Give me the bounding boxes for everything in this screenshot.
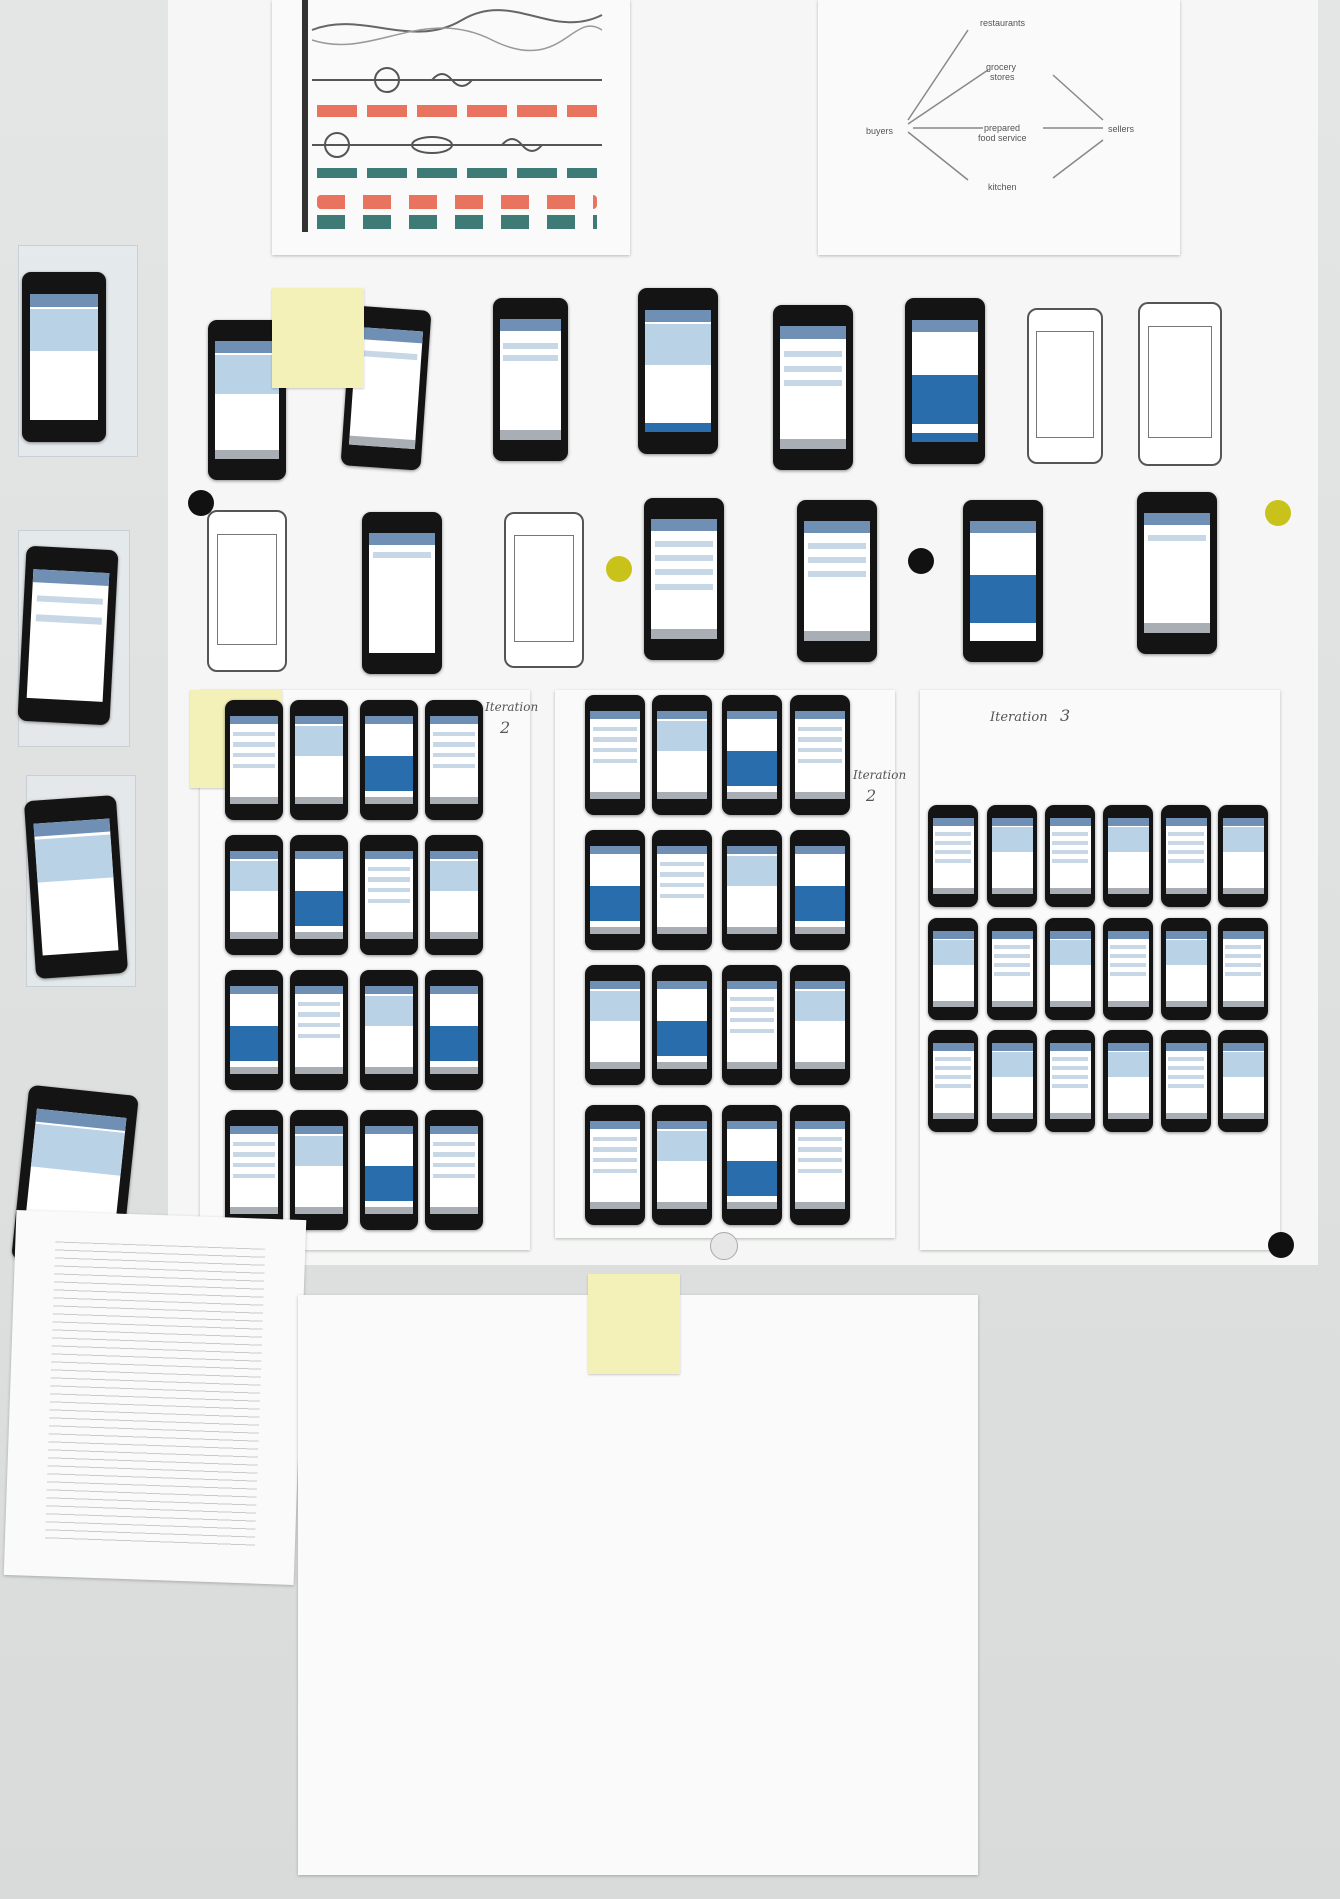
- magnet: [1268, 1232, 1294, 1258]
- prototype-phone: [1161, 1030, 1211, 1132]
- prototype-phone: [290, 1110, 348, 1230]
- prototype-phone: [1218, 805, 1268, 907]
- prototype-phone: [1218, 918, 1268, 1020]
- prototype-phone: [1161, 805, 1211, 907]
- prototype-phone: [1045, 805, 1095, 907]
- prototype-phone: [17, 545, 119, 726]
- prototype-phone: [225, 835, 283, 955]
- prototype-phone: [652, 965, 712, 1085]
- prototype-phone: [1045, 1030, 1095, 1132]
- prototype-phone: [425, 1110, 483, 1230]
- diagram-label-buyers: buyers: [866, 126, 894, 136]
- prototype-phone: [360, 1110, 418, 1230]
- prototype-phone: [652, 1105, 712, 1225]
- diagram-label-kitchen: kitchen: [988, 182, 1017, 192]
- prototype-phone: [1103, 805, 1153, 907]
- sketch-phone: [504, 512, 584, 668]
- prototype-phone: [1161, 918, 1211, 1020]
- prototype-phone: [1218, 1030, 1268, 1132]
- red-bar-row: [317, 105, 597, 117]
- sticky-note: [272, 288, 364, 388]
- prototype-phone: [290, 970, 348, 1090]
- magnet: [1265, 500, 1291, 526]
- sticky-note: [588, 1274, 680, 1374]
- iteration-label: Iteration: [990, 710, 1048, 725]
- prototype-phone: [225, 700, 283, 820]
- teal-bar-row: [317, 168, 597, 178]
- prototype-phone: [425, 970, 483, 1090]
- prototype-phone: [928, 918, 978, 1020]
- prototype-phone: [225, 970, 283, 1090]
- prototype-phone: [225, 1110, 283, 1230]
- diagram-label-prepared: prepared: [984, 123, 1021, 133]
- sketch-phone: [1138, 302, 1222, 466]
- diagram-label-sellers: sellers: [1108, 124, 1135, 134]
- prototype-phone: [362, 512, 442, 674]
- iteration-label: Iteration: [853, 768, 907, 782]
- prototype-phone: [644, 498, 724, 660]
- magnet: [908, 548, 934, 574]
- prototype-phone: [722, 965, 782, 1085]
- prototype-phone: [493, 298, 568, 461]
- diagram-label-stores: stores: [990, 72, 1015, 82]
- prototype-phone: [797, 500, 877, 662]
- final-sheet: [298, 1295, 978, 1875]
- prototype-phone: [425, 835, 483, 955]
- prototype-phone: [722, 1105, 782, 1225]
- prototype-phone: [638, 288, 718, 454]
- prototype-phone: [1045, 918, 1095, 1020]
- prototype-phone: [790, 965, 850, 1085]
- prototype-phone: [22, 272, 106, 442]
- timeline-printout: [272, 0, 630, 255]
- prototype-phone: [652, 695, 712, 815]
- notes-sheet: [3, 1210, 307, 1585]
- red-bubble-row: [317, 195, 597, 209]
- prototype-phone: [790, 695, 850, 815]
- prototype-phone: [360, 835, 418, 955]
- prototype-phone: [585, 695, 645, 815]
- prototype-phone: [360, 700, 418, 820]
- prototype-phone: [1103, 918, 1153, 1020]
- prototype-phone: [290, 835, 348, 955]
- prototype-phone: [987, 918, 1037, 1020]
- iteration-number: 2: [866, 786, 877, 805]
- sketch-phone: [1027, 308, 1103, 464]
- diagram-label-food-service: food service: [978, 133, 1027, 143]
- prototype-phone: [585, 1105, 645, 1225]
- prototype-phone: [987, 1030, 1037, 1132]
- iteration-label: Iteration: [485, 700, 539, 714]
- prototype-phone: [928, 1030, 978, 1132]
- prototype-phone: [1137, 492, 1217, 654]
- prototype-phone: [23, 795, 129, 979]
- diagram-label-restaurants: restaurants: [980, 18, 1026, 28]
- prototype-phone: [773, 305, 853, 470]
- prototype-phone: [963, 500, 1043, 662]
- prototype-phone: [722, 830, 782, 950]
- diagram-label-grocery: grocery: [986, 62, 1017, 72]
- prototype-phone: [360, 970, 418, 1090]
- prototype-phone: [928, 805, 978, 907]
- marketplace-diagram: restaurants grocery stores buyers prepar…: [818, 0, 1180, 255]
- sketch-phone: [207, 510, 287, 672]
- iteration-number: 3: [1060, 706, 1071, 725]
- prototype-phone: [652, 830, 712, 950]
- prototype-phone: [1103, 1030, 1153, 1132]
- prototype-phone: [987, 805, 1037, 907]
- iteration-number: 2: [500, 718, 511, 737]
- prototype-phone: [585, 965, 645, 1085]
- prototype-phone: [722, 695, 782, 815]
- prototype-phone: [790, 1105, 850, 1225]
- prototype-phone: [290, 700, 348, 820]
- magnet: [606, 556, 632, 582]
- prototype-phone: [790, 830, 850, 950]
- prototype-phone: [905, 298, 985, 464]
- prototype-phone: [585, 830, 645, 950]
- teal-bubble-row: [317, 215, 597, 229]
- magnet: [710, 1232, 738, 1260]
- prototype-phone: [425, 700, 483, 820]
